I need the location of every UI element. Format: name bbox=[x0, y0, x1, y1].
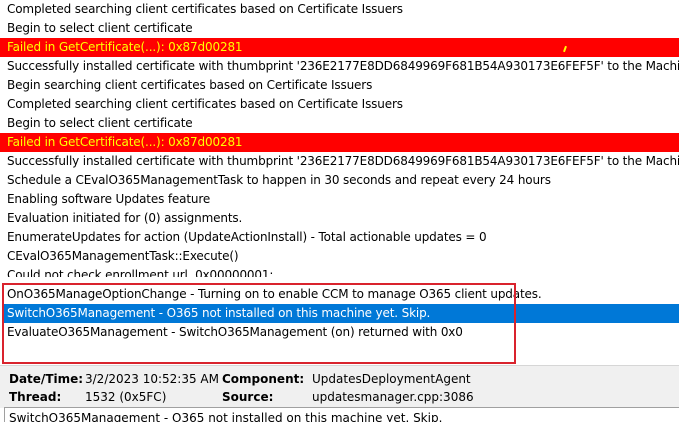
thread-value[interactable]: 1532 (0x5FC) bbox=[85, 390, 166, 404]
log-row[interactable]: CEvalO365ManagementTask::Execute() bbox=[0, 247, 679, 266]
log-row[interactable]: Evaluation initiated for (0) assignments… bbox=[0, 209, 679, 228]
log-row[interactable]: Completed searching client certificates … bbox=[0, 0, 679, 19]
log-row[interactable]: Successfully installed certificate with … bbox=[0, 152, 679, 171]
log-row[interactable]: Begin searching client certificates base… bbox=[0, 76, 679, 95]
component-label: Component: bbox=[222, 372, 305, 386]
log-row[interactable]: Schedule a CEvalO365ManagementTask to ha… bbox=[0, 171, 679, 190]
log-row[interactable]: EnumerateUpdates for action (UpdateActio… bbox=[0, 228, 679, 247]
log-row[interactable]: Begin to select client certificate bbox=[0, 19, 679, 38]
log-row-selected[interactable]: SwitchO365Management - O365 not installe… bbox=[4, 304, 679, 323]
log-row[interactable]: EvaluateO365Management - SwitchO365Manag… bbox=[0, 323, 679, 342]
log-row[interactable]: Successfully installed certificate with … bbox=[0, 57, 679, 76]
date-time-value[interactable]: 3/2/2023 10:52:35 AM bbox=[85, 372, 219, 386]
log-row[interactable]: Begin to select client certificate bbox=[0, 114, 679, 133]
log-row[interactable]: Could not check enrollment url, 0x000000… bbox=[0, 266, 679, 277]
log-row-error[interactable]: Failed in GetCertificate(...): 0x87d0028… bbox=[0, 133, 679, 152]
log-row-error[interactable]: Failed in GetCertificate(...): 0x87d0028… bbox=[0, 38, 679, 57]
component-value[interactable]: UpdatesDeploymentAgent bbox=[312, 372, 471, 386]
date-time-label: Date/Time: bbox=[9, 372, 84, 386]
message-text-pane[interactable]: SwitchO365Management - O365 not installe… bbox=[4, 407, 679, 422]
message-text: SwitchO365Management - O365 not installe… bbox=[9, 411, 443, 422]
log-list[interactable]: Completed searching client certificates … bbox=[0, 0, 679, 365]
source-label: Source: bbox=[222, 390, 274, 404]
log-row[interactable]: Completed searching client certificates … bbox=[0, 95, 679, 114]
details-pane: Date/Time: 3/2/2023 10:52:35 AM Componen… bbox=[0, 365, 679, 408]
log-row[interactable]: Enabling software Updates feature bbox=[0, 190, 679, 209]
log-row[interactable]: OnO365ManageOptionChange - Turning on to… bbox=[0, 285, 679, 304]
source-value[interactable]: updatesmanager.cpp:3086 bbox=[312, 390, 474, 404]
thread-label: Thread: bbox=[9, 390, 62, 404]
